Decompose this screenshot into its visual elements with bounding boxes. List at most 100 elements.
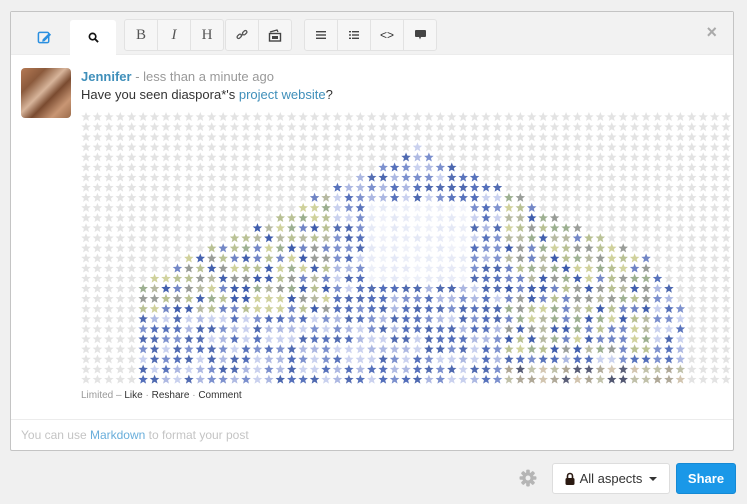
mosaic-star (664, 273, 674, 283)
mosaic-star (618, 273, 628, 283)
mosaic-star (709, 152, 720, 162)
mosaic-star (344, 243, 354, 253)
bold-button[interactable]: B (125, 20, 158, 50)
mosaic-star (435, 223, 446, 233)
mosaic-star (561, 142, 571, 152)
mosaic-star (424, 152, 434, 162)
mosaic-star (618, 162, 628, 172)
mosaic-star (321, 324, 331, 334)
mosaic-star (618, 303, 628, 313)
like-link[interactable]: Like (124, 390, 142, 401)
mosaic-star (481, 233, 491, 243)
mosaic-star (172, 122, 183, 132)
project-website-link[interactable]: project website (239, 87, 326, 102)
aspects-dropdown[interactable]: All aspects (552, 463, 670, 494)
link-button[interactable] (226, 20, 259, 50)
mosaic-star (538, 233, 548, 243)
mosaic-star (527, 243, 537, 253)
reshare-link[interactable]: Reshare (152, 390, 190, 401)
mosaic-star (709, 162, 720, 172)
mosaic-star (469, 192, 480, 202)
mosaic-star (618, 283, 628, 293)
mosaic-star (252, 223, 263, 233)
mosaic-star (538, 132, 548, 142)
mosaic-star (504, 122, 514, 132)
mosaic-star (149, 253, 160, 263)
mosaic-star (309, 182, 320, 192)
mosaic-star (161, 192, 171, 202)
mosaic-star (458, 344, 468, 354)
markdown-link[interactable]: Markdown (90, 428, 145, 442)
mosaic-star (652, 132, 663, 142)
mosaic-star (504, 192, 514, 202)
mosaic-star (538, 354, 548, 364)
mosaic-star (206, 213, 217, 223)
quote-button[interactable] (404, 20, 436, 50)
mosaic-star (481, 132, 491, 142)
mosaic-star (607, 303, 617, 313)
mosaic-star (298, 344, 308, 354)
tab-write[interactable] (21, 20, 67, 55)
mosaic-star (115, 122, 126, 132)
close-button[interactable]: × (706, 22, 717, 43)
mosaic-star (481, 192, 491, 202)
mosaic-star (126, 213, 137, 223)
gear-icon[interactable] (519, 469, 537, 487)
mosaic-star (172, 283, 183, 293)
mosaic-star (252, 303, 263, 313)
mosaic-star (641, 283, 651, 293)
mosaic-star (184, 364, 194, 374)
mosaic-star (161, 202, 171, 212)
author-name[interactable]: Jennifer (81, 69, 132, 84)
heading-button[interactable]: H (191, 20, 223, 50)
code-button[interactable]: <> (371, 20, 404, 50)
mosaic-star (195, 374, 206, 384)
ordered-list-button[interactable] (305, 20, 338, 50)
image-button[interactable] (259, 20, 291, 50)
mosaic-star (138, 303, 148, 313)
mosaic-star (275, 354, 286, 364)
mosaic-star (275, 122, 286, 132)
mosaic-star (618, 243, 628, 253)
mosaic-star (584, 293, 594, 303)
mosaic-star (607, 364, 617, 374)
mosaic-star (332, 202, 343, 212)
mosaic-star (652, 374, 663, 384)
post-message: Have you seen diaspora*'s project websit… (81, 87, 333, 102)
mosaic-star (401, 303, 411, 313)
mosaic-star (366, 142, 377, 152)
mosaic-star (286, 364, 297, 374)
mosaic-star (469, 122, 480, 132)
mosaic-star (138, 223, 148, 233)
mosaic-star (572, 182, 583, 192)
mosaic-star (389, 283, 400, 293)
italic-button[interactable]: I (158, 20, 191, 50)
mosaic-star (309, 213, 320, 223)
mosaic-star (161, 243, 171, 253)
mosaic-star (332, 293, 343, 303)
tab-preview[interactable] (70, 20, 116, 55)
mosaic-star (595, 364, 606, 374)
mosaic-star (138, 172, 148, 182)
mosaic-star (126, 374, 137, 384)
mosaic-star (115, 112, 126, 122)
mosaic-star (366, 213, 377, 223)
avatar[interactable] (21, 68, 71, 118)
mosaic-star (721, 142, 731, 152)
mosaic-star (458, 152, 468, 162)
mosaic-star (401, 142, 411, 152)
mosaic-star (549, 354, 560, 364)
mosaic-star (81, 233, 91, 243)
mosaic-star (698, 112, 708, 122)
mosaic-star (618, 293, 628, 303)
mosaic-star (584, 374, 594, 384)
mosaic-star (504, 273, 514, 283)
mosaic-star (309, 202, 320, 212)
mosaic-star (161, 354, 171, 364)
mosaic-star (172, 303, 183, 313)
mosaic-star (309, 243, 320, 253)
share-button[interactable]: Share (676, 463, 736, 494)
unordered-list-button[interactable] (338, 20, 371, 50)
mosaic-star (206, 162, 217, 172)
comment-link[interactable]: Comment (198, 390, 241, 401)
